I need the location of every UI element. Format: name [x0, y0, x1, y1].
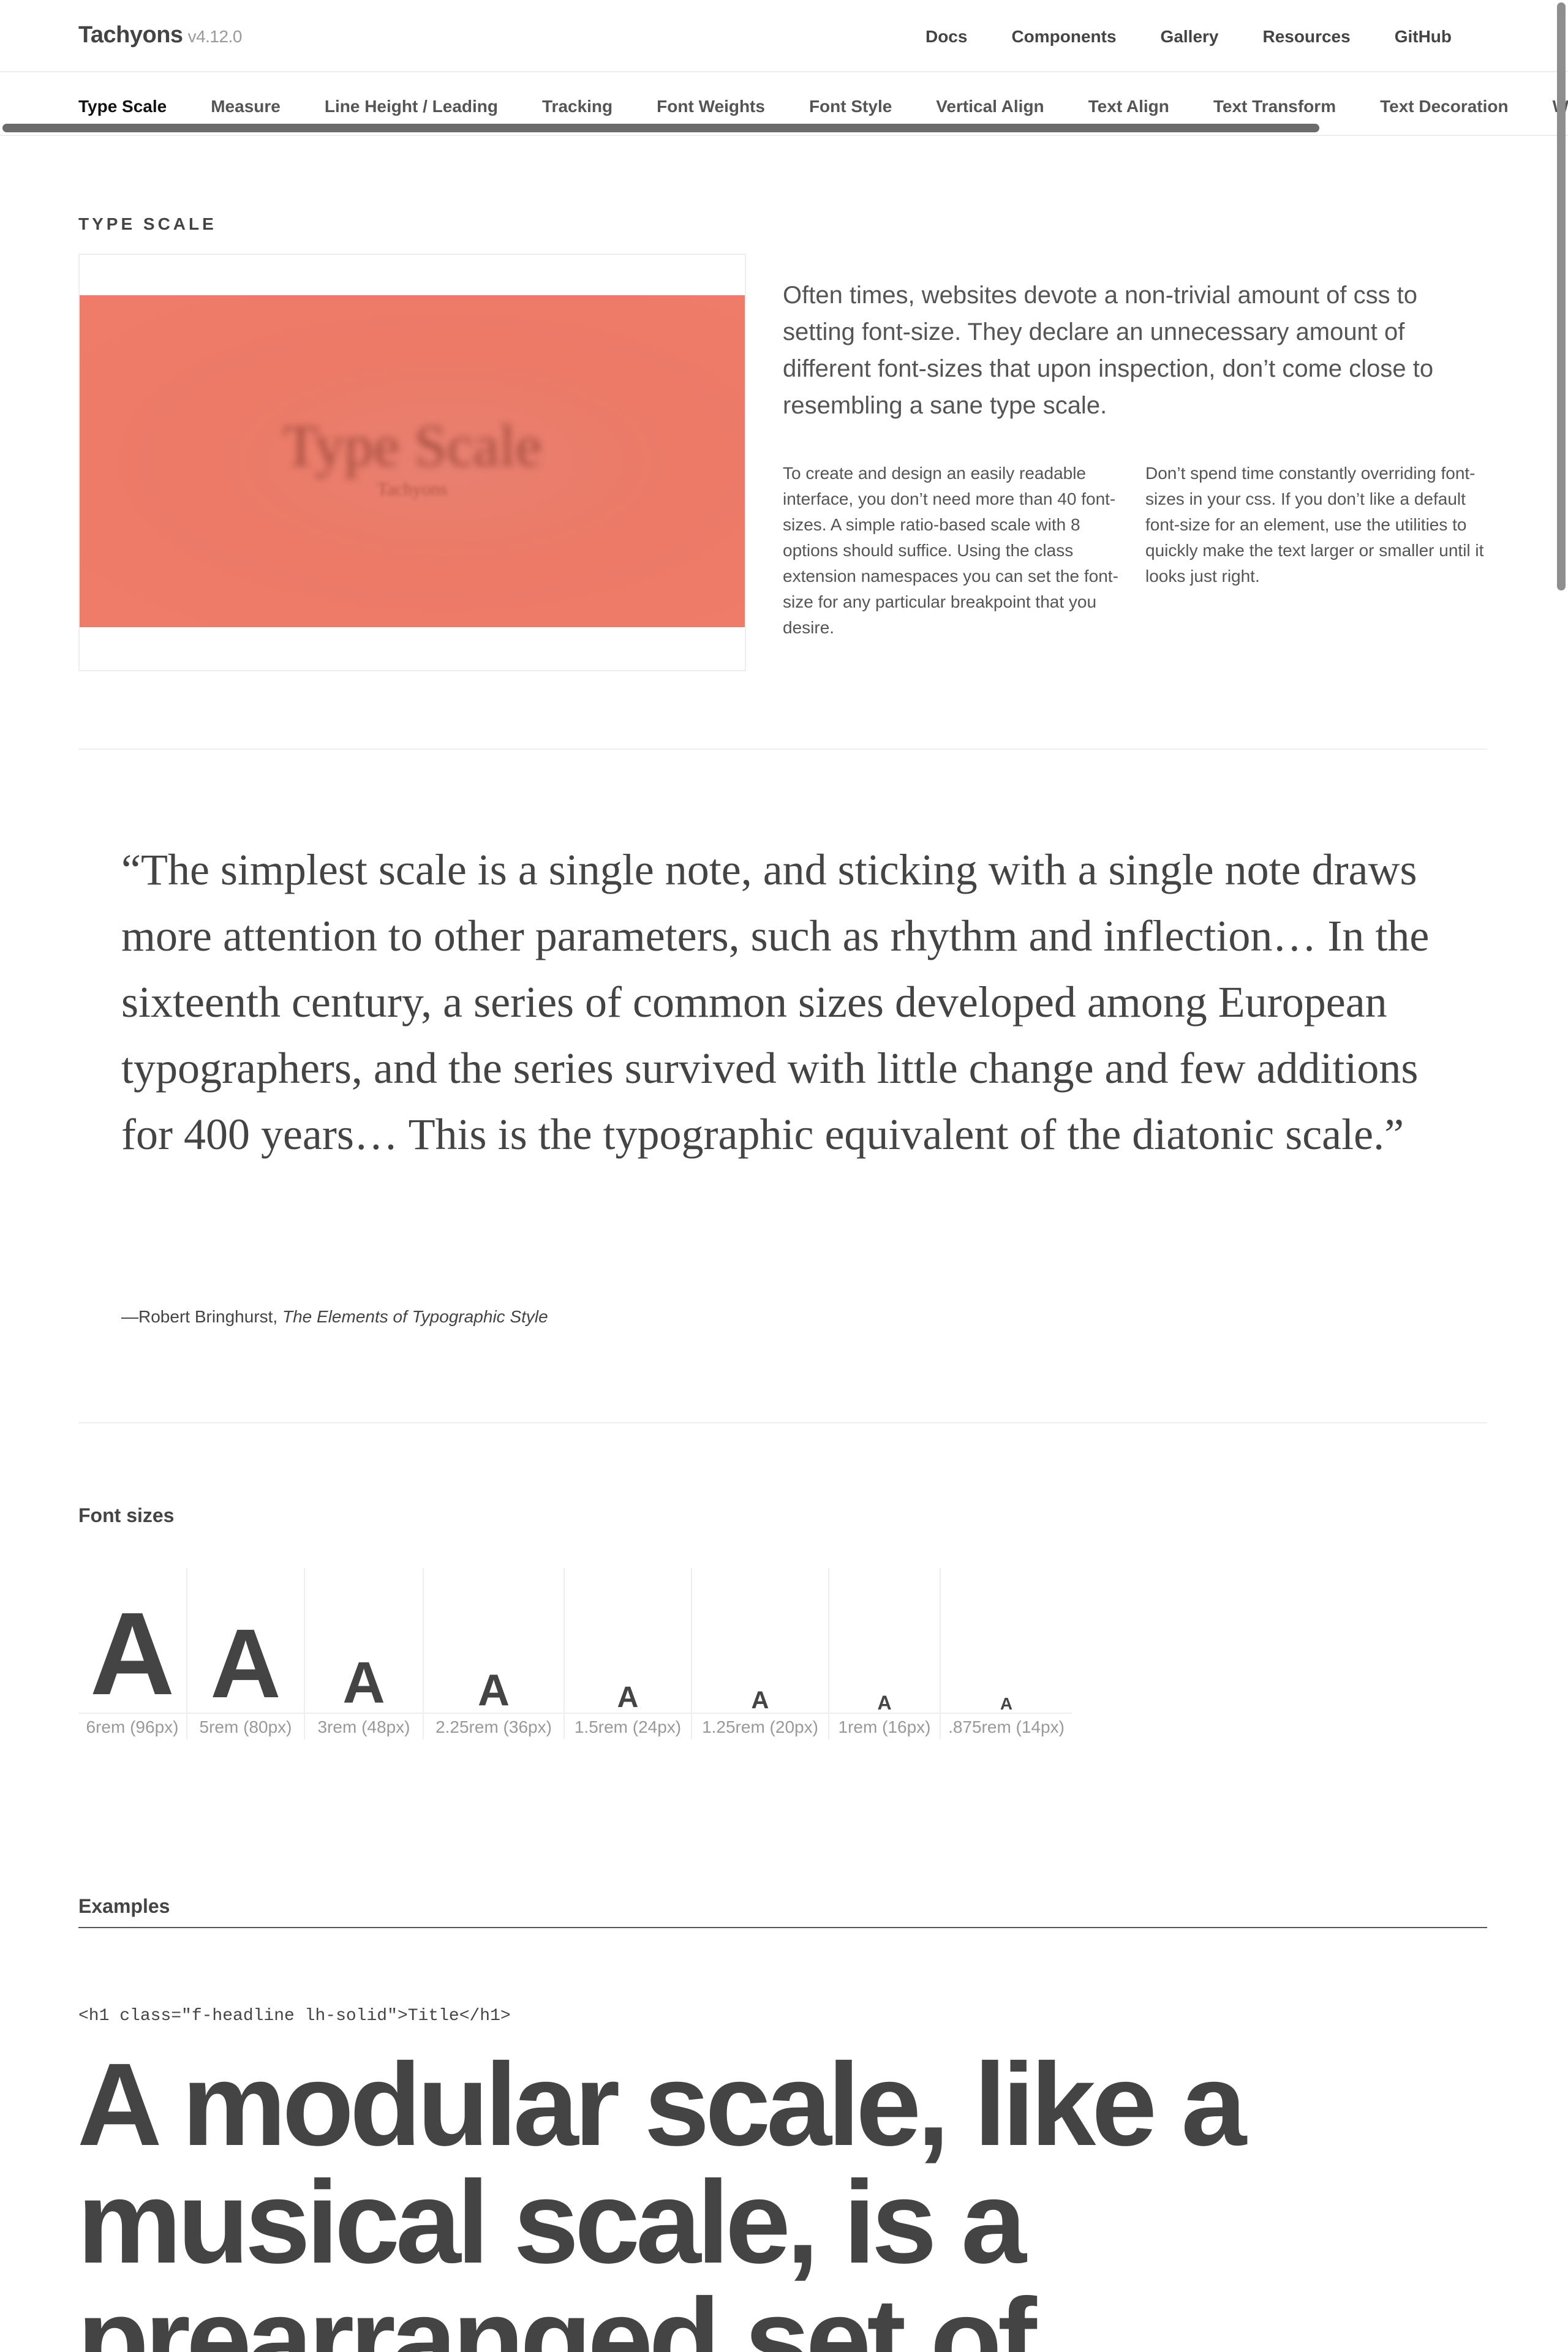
hero-image-title: Type Scale — [282, 413, 542, 478]
top-header: Tachyons v4.12.0 Docs Components Gallery … — [0, 0, 1568, 72]
blockquote: “The simplest scale is a single note, an… — [121, 845, 1430, 1159]
nav-components[interactable]: Components — [1011, 27, 1116, 47]
subnav-item-line-height[interactable]: Line Height / Leading — [325, 97, 498, 116]
vertical-scrollbar[interactable] — [1557, 2, 1566, 590]
subnav-item-text-transform[interactable]: Text Transform — [1213, 97, 1336, 116]
intro-lead: Often times, websites devote a non-trivi… — [783, 282, 1434, 419]
subnav-item-tracking[interactable]: Tracking — [542, 97, 612, 116]
code-snippet: <h1 class="f-headline lh-solid">Title</h… — [78, 2007, 511, 2026]
subnav-item-type-scale[interactable]: Type Scale — [78, 97, 167, 116]
font-size-specimen: A 1.5rem (24px) — [565, 1568, 692, 1740]
specimen-glyph: A — [210, 1608, 281, 1718]
nav-docs[interactable]: Docs — [925, 27, 967, 47]
example-headline: A modular scale, like a musical scale, i… — [77, 2038, 1246, 2352]
intro-column-2: Don’t spend time constantly overriding f… — [1145, 464, 1484, 586]
quote-book-title: The Elements of Typographic Style — [282, 1307, 548, 1326]
nav-github[interactable]: GitHub — [1395, 27, 1452, 47]
examples-rule — [78, 1927, 1487, 1928]
specimen-label: .875rem (14px) — [941, 1713, 1072, 1740]
version-label: v4.12.0 — [187, 27, 243, 46]
font-size-specimen: A 1rem (16px) — [829, 1568, 941, 1740]
font-sizes-heading: Font sizes — [78, 1504, 175, 1526]
specimen-label: 6rem (96px) — [78, 1713, 186, 1740]
font-size-specimen: A 5rem (80px) — [187, 1568, 305, 1740]
subnav-item-font-style[interactable]: Font Style — [809, 97, 892, 116]
specimen-glyph: A — [751, 1687, 769, 1714]
nav-resources[interactable]: Resources — [1263, 27, 1351, 47]
specimen-glyph: A — [877, 1692, 892, 1714]
quote-author: —Robert Bringhurst, — [121, 1307, 282, 1326]
specimen-label: 1.25rem (20px) — [692, 1713, 828, 1740]
font-size-specimen: A 3rem (48px) — [305, 1568, 424, 1740]
hero-image: Type Scale Tachyons — [80, 295, 745, 627]
intro-column-1: To create and design an easily readable … — [783, 464, 1118, 637]
subnav-item-font-weights[interactable]: Font Weights — [657, 97, 765, 116]
subnav-item-text-align[interactable]: Text Align — [1088, 97, 1169, 116]
font-size-specimen: A 1.25rem (20px) — [692, 1568, 829, 1740]
font-size-specimen: A 2.25rem (36px) — [424, 1568, 565, 1740]
subnav-item-vertical-align[interactable]: Vertical Align — [936, 97, 1044, 116]
section-title: TYPE SCALE — [78, 214, 217, 233]
brand-name: Tachyons — [78, 22, 183, 48]
specimen-glyph: A — [478, 1666, 510, 1715]
subnav-item-text-decoration[interactable]: Text Decoration — [1380, 97, 1509, 116]
nav-gallery[interactable]: Gallery — [1161, 27, 1219, 47]
horizontal-scrollbar[interactable] — [2, 124, 1319, 132]
subnav-item-measure[interactable]: Measure — [211, 97, 281, 116]
specimen-glyph: A — [342, 1650, 385, 1716]
divider — [78, 1422, 1487, 1423]
specimen-glyph: A — [1000, 1694, 1013, 1713]
specimen-label: 1rem (16px) — [829, 1713, 940, 1740]
font-size-specimen: A .875rem (14px) — [941, 1568, 1072, 1740]
specimen-label: 1.5rem (24px) — [565, 1713, 691, 1740]
quote-citation: —Robert Bringhurst, The Elements of Typo… — [121, 1307, 548, 1327]
specimen-label: 5rem (80px) — [187, 1713, 304, 1740]
brand-logo-link[interactable]: Tachyons v4.12.0 — [78, 22, 242, 48]
examples-heading: Examples — [78, 1895, 170, 1917]
specimen-label: 3rem (48px) — [305, 1713, 423, 1740]
specimen-label: 2.25rem (36px) — [424, 1713, 564, 1740]
font-size-specimen: A 6rem (96px) — [78, 1568, 187, 1740]
specimen-glyph: A — [617, 1681, 639, 1714]
divider — [78, 748, 1487, 750]
top-nav: Docs Components Gallery Resources GitHub — [881, 27, 1452, 47]
font-size-specimens: A 6rem (96px) A 5rem (80px) A 3rem (48px… — [78, 1568, 1072, 1740]
hero-image-subtitle: Tachyons — [377, 479, 448, 499]
specimen-glyph: A — [89, 1588, 175, 1719]
hero-image-frame: Type Scale Tachyons — [78, 254, 746, 671]
